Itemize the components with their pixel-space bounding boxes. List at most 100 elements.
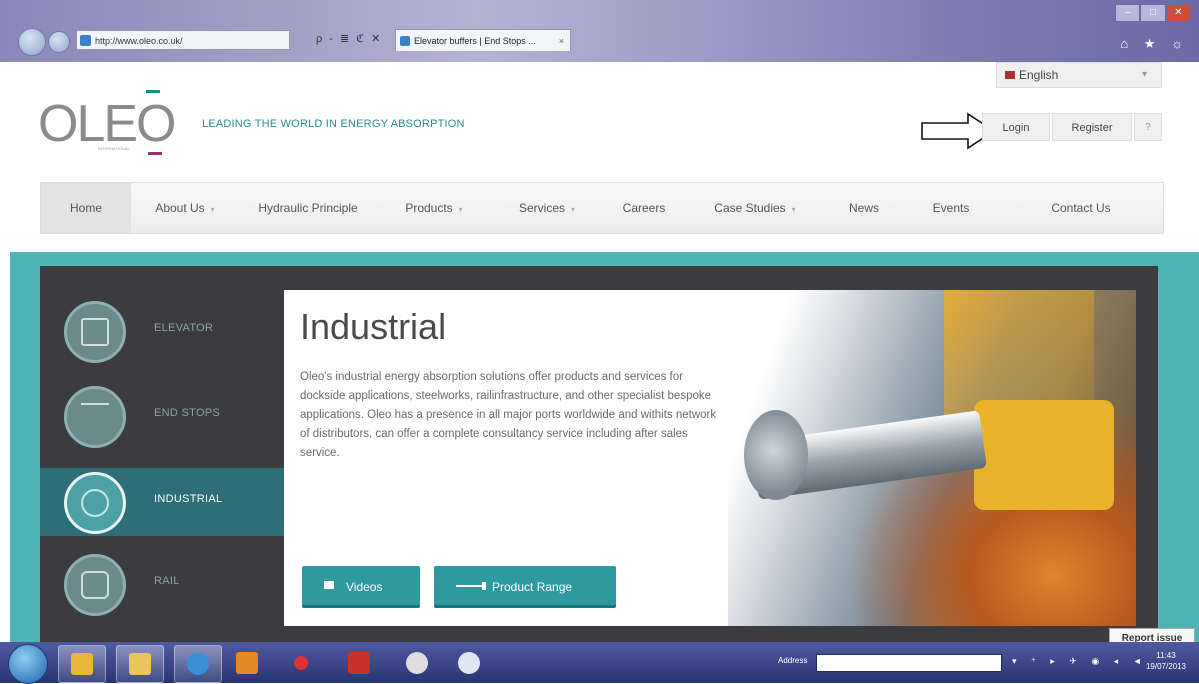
nav-label: News bbox=[848, 201, 879, 215]
help-button[interactable]: ? bbox=[1134, 113, 1162, 141]
forward-button[interactable] bbox=[48, 31, 70, 53]
nav-label: Contact Us bbox=[1051, 201, 1111, 215]
pdf-icon bbox=[348, 652, 370, 674]
nav-label: Events bbox=[932, 201, 970, 215]
media-player-icon bbox=[236, 652, 258, 674]
address-bar[interactable]: http://www.oleo.co.uk/ bbox=[76, 30, 290, 50]
tab-close-icon[interactable]: × bbox=[559, 30, 564, 52]
nav-item-hydraulic-principle[interactable]: Hydraulic Principle bbox=[239, 183, 377, 233]
nav-item-careers[interactable]: Careers bbox=[603, 183, 685, 233]
browser-chrome: http://www.oleo.co.uk/ ρ - ≣ ℭ ✕ Elevato… bbox=[0, 0, 1199, 62]
taskbar-acrobat[interactable] bbox=[336, 645, 382, 681]
chevron-down-icon: ▾ bbox=[458, 205, 463, 214]
taskbar-user-folder[interactable] bbox=[58, 645, 106, 683]
nav-item-home[interactable]: Home bbox=[41, 183, 131, 233]
ie-tab-icon bbox=[400, 36, 410, 46]
sidebar-item-rail[interactable]: RAIL bbox=[40, 550, 284, 618]
nav-item-contact-us[interactable]: Contact Us bbox=[999, 183, 1163, 233]
sidebar-item-label: RAIL bbox=[154, 575, 180, 587]
taskbar-internet-explorer[interactable] bbox=[174, 645, 222, 683]
industrial-icon bbox=[64, 472, 126, 534]
sidebar-item-label: INDUSTRIAL bbox=[154, 493, 223, 505]
videos-label: Videos bbox=[346, 580, 383, 594]
sidebar-item-label: ELEVATOR bbox=[154, 322, 214, 334]
elevator-icon bbox=[64, 301, 126, 363]
address-toolbar-input[interactable] bbox=[816, 654, 1002, 672]
maximize-button[interactable]: □ bbox=[1140, 4, 1166, 22]
pin-icon bbox=[294, 656, 308, 670]
oleo-logo[interactable]: OLEO INTERNATIONAL bbox=[38, 90, 188, 156]
language-selector[interactable]: English ▾ bbox=[996, 62, 1162, 88]
app-icon bbox=[458, 652, 480, 674]
sidebar-item-end-stops[interactable]: END STOPS bbox=[40, 382, 284, 450]
sector-sidebar: ELEVATOR END STOPS INDUSTRIAL RAIL bbox=[40, 266, 284, 642]
nav-label: Hydraulic Principle bbox=[258, 201, 358, 215]
videos-button[interactable]: Videos bbox=[302, 566, 420, 608]
nav-label: Case Studies bbox=[714, 201, 786, 215]
nav-item-case-studies[interactable]: Case Studies ▾ bbox=[685, 183, 825, 233]
chevron-down-icon: ▾ bbox=[1141, 69, 1147, 80]
close-button[interactable]: ✕ bbox=[1165, 4, 1191, 22]
buffer-plate-image bbox=[744, 410, 808, 500]
product-range-label: Product Range bbox=[492, 580, 573, 594]
video-camera-icon bbox=[324, 581, 334, 589]
description: Oleo's industrial energy absorption solu… bbox=[300, 371, 717, 459]
minimize-button[interactable]: – bbox=[1115, 4, 1141, 22]
end-stop-icon bbox=[64, 386, 126, 448]
taskbar-pin-app[interactable] bbox=[278, 645, 324, 681]
sidebar-item-label: END STOPS bbox=[154, 407, 221, 419]
clock-time: 11:43 bbox=[1156, 651, 1176, 660]
taskbar-media[interactable] bbox=[224, 645, 270, 681]
chevron-down-icon: ▾ bbox=[791, 205, 796, 214]
internet-explorer-icon bbox=[187, 653, 209, 675]
nav-item-events[interactable]: Events bbox=[903, 183, 999, 233]
address-toolbar-label: Address bbox=[778, 656, 808, 665]
taskbar-chrome[interactable] bbox=[394, 645, 440, 681]
folder-icon bbox=[129, 653, 151, 675]
register-button[interactable]: Register bbox=[1052, 113, 1132, 141]
browser-icon bbox=[406, 652, 428, 674]
taskbar-app[interactable] bbox=[446, 645, 492, 681]
login-button[interactable]: Login bbox=[982, 113, 1050, 141]
logo-subtext: INTERNATIONAL bbox=[98, 146, 130, 151]
start-button[interactable] bbox=[8, 644, 48, 684]
industrial-content-panel: Industrial Oleo's industrial energy abso… bbox=[284, 290, 1136, 626]
clock-date: 19/07/2013 bbox=[1145, 662, 1187, 671]
logo-text: OLEO bbox=[38, 95, 176, 153]
ie-page-icon bbox=[80, 35, 91, 46]
language-label: English bbox=[1019, 68, 1059, 82]
logo-purple-bar bbox=[148, 152, 162, 155]
clock[interactable]: 11:43 19/07/2013 bbox=[1138, 650, 1194, 672]
nav-label: Home bbox=[69, 201, 102, 215]
tab-title: Elevator buffers | End Stops ... bbox=[414, 36, 536, 46]
main-nav: Home About Us ▾ Hydraulic Principle Produ… bbox=[40, 182, 1164, 234]
nav-label: Products bbox=[405, 201, 453, 215]
logo-teal-bar bbox=[146, 90, 160, 93]
address-tools[interactable]: ρ - ≣ ℭ ✕ bbox=[316, 32, 382, 45]
address-text: http://www.oleo.co.uk/ bbox=[95, 36, 183, 46]
taskbar-explorer[interactable] bbox=[116, 645, 164, 683]
chevron-down-icon: ▾ bbox=[571, 205, 576, 214]
back-button[interactable] bbox=[18, 28, 46, 56]
tagline: LEADING THE WORLD IN ENERGY ABSORPTION bbox=[202, 118, 465, 130]
system-tray-icons[interactable]: ▾ ⁺ ▸ ✈ ◉ ◂ ◄ bbox=[1012, 656, 1148, 667]
home-favorites-tools-icons[interactable]: ⌂ ★ ☼ bbox=[1120, 36, 1189, 52]
buffer-icon bbox=[456, 582, 486, 590]
chevron-down-icon: ▾ bbox=[210, 205, 215, 214]
sidebar-item-industrial[interactable]: INDUSTRIAL bbox=[40, 468, 284, 536]
nav-item-news[interactable]: News bbox=[825, 183, 903, 233]
nav-item-services[interactable]: Services ▾ bbox=[491, 183, 603, 233]
nav-label: Careers bbox=[622, 201, 666, 215]
nav-label: Services bbox=[518, 201, 565, 215]
page-title: Industrial bbox=[300, 306, 447, 347]
sidebar-item-elevator[interactable]: ELEVATOR bbox=[40, 297, 284, 365]
uk-flag-icon bbox=[1005, 71, 1015, 79]
product-range-button[interactable]: Product Range bbox=[434, 566, 616, 608]
window-controls: – □ ✕ bbox=[1115, 4, 1191, 22]
nav-item-products[interactable]: Products ▾ bbox=[377, 183, 491, 233]
browser-tab[interactable]: Elevator buffers | End Stops ... × bbox=[395, 29, 571, 51]
nav-label: About Us bbox=[155, 201, 205, 215]
buffer-housing-image bbox=[974, 400, 1114, 510]
taskbar: Address ▾ ⁺ ▸ ✈ ◉ ◂ ◄ 11:43 19/07/2013 bbox=[0, 642, 1199, 684]
nav-item-about-us[interactable]: About Us ▾ bbox=[131, 183, 239, 233]
